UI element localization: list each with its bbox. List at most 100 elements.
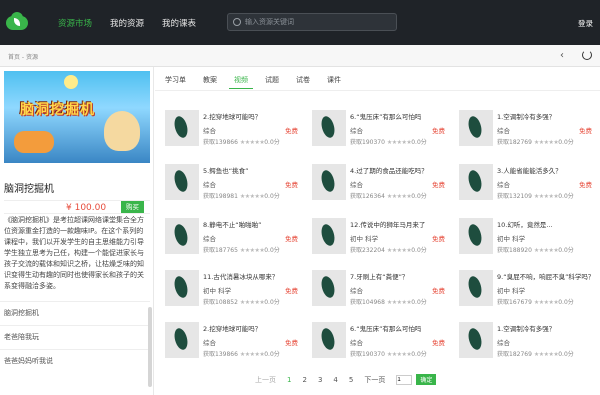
video-thumbnail[interactable] bbox=[459, 164, 493, 200]
video-thumbnail[interactable] bbox=[165, 218, 199, 254]
tab-lesson-plan[interactable]: 教案 bbox=[198, 72, 222, 89]
video-card[interactable]: 1.空调制冷有多强？ 综合 免费 获取182769 ★★★★★0.0分 bbox=[459, 110, 599, 156]
video-card[interactable]: 3.人能省能能活多久？ 综合 免费 获取132109 ★★★★★0.0分 bbox=[459, 164, 599, 210]
download-count: 获取132109 bbox=[497, 193, 532, 200]
video-title[interactable]: 4.过了期的食品还能吃吗？ bbox=[350, 165, 452, 175]
list-item[interactable]: 爸爸妈妈听我说 bbox=[0, 349, 150, 371]
page-1[interactable]: 1 bbox=[287, 376, 291, 384]
video-category: 综合 bbox=[350, 287, 363, 295]
video-thumbnail[interactable] bbox=[459, 218, 493, 254]
buy-button[interactable]: 购买 bbox=[121, 201, 144, 213]
video-card[interactable]: 9.“臭屁不响，响屁不臭”科学吗？ 初中 科学 获取167679 ★★★★★0.0分 bbox=[459, 270, 599, 316]
video-card[interactable]: 6.“鬼压床”有那么可怕吗 综合 免费 获取190370 ★★★★★0.0分 bbox=[312, 322, 452, 368]
tab-courseware[interactable]: 课件 bbox=[322, 72, 346, 89]
back-arrow-icon[interactable]: ‹ bbox=[560, 50, 564, 61]
video-card[interactable]: 8.静电不止“啪啪啪” 综合 免费 获取187765 ★★★★★0.0分 bbox=[165, 218, 305, 264]
tab-questions[interactable]: 试题 bbox=[260, 72, 284, 89]
next-page-button[interactable]: 下一页 bbox=[364, 375, 385, 385]
video-card[interactable]: 11.古代消暑冰块从哪来？ 初中 科学 免费 获取108852 ★★★★★0.0分 bbox=[165, 270, 305, 316]
video-thumbnail[interactable] bbox=[312, 110, 346, 146]
video-thumbnail[interactable] bbox=[165, 164, 199, 200]
rating-stars-icon: ★★★★★ bbox=[239, 351, 265, 358]
video-thumbnail[interactable] bbox=[312, 322, 346, 358]
nav-resource-market[interactable]: 资源市场 bbox=[58, 17, 92, 29]
rating-score: 0.0分 bbox=[411, 193, 427, 200]
list-item[interactable]: 脑洞挖掘机 bbox=[0, 301, 150, 323]
video-title[interactable]: 6.“鬼压床”有那么可怕吗 bbox=[350, 323, 452, 333]
video-title[interactable]: 10.幻听，竟然是... bbox=[497, 219, 599, 229]
nav-my-schedule[interactable]: 我的课表 bbox=[162, 17, 196, 29]
nav-my-resources[interactable]: 我的资源 bbox=[110, 17, 144, 29]
video-thumbnail[interactable] bbox=[165, 110, 199, 146]
rating-score: 0.0分 bbox=[411, 351, 427, 358]
video-title[interactable]: 8.静电不止“啪啪啪” bbox=[203, 219, 305, 229]
tab-exam[interactable]: 试卷 bbox=[291, 72, 315, 89]
free-badge: 免费 bbox=[285, 127, 298, 135]
video-title[interactable]: 5.鳄鱼也“挑食” bbox=[203, 165, 305, 175]
tab-video[interactable]: 视频 bbox=[229, 72, 253, 89]
free-badge: 免费 bbox=[579, 127, 592, 135]
video-thumbnail[interactable] bbox=[312, 270, 346, 306]
video-card[interactable]: 2.挖穿地球可能吗？ 综合 免费 获取139866 ★★★★★0.0分 bbox=[165, 110, 305, 156]
tab-study-sheet[interactable]: 学习单 bbox=[160, 72, 191, 89]
video-title[interactable]: 1.空调制冷有多强？ bbox=[497, 111, 599, 121]
video-card[interactable]: 5.鳄鱼也“挑食” 综合 免费 获取198981 ★★★★★0.0分 bbox=[165, 164, 305, 210]
video-title[interactable]: 1.空调制冷有多强？ bbox=[497, 323, 599, 333]
video-thumbnail[interactable] bbox=[459, 110, 493, 146]
video-thumbnail[interactable] bbox=[459, 322, 493, 358]
video-thumbnail[interactable] bbox=[312, 218, 346, 254]
video-meta: 获取182769 ★★★★★0.0分 bbox=[497, 137, 574, 146]
rating-score: 0.0分 bbox=[264, 351, 280, 358]
video-title[interactable]: 6.“鬼压床”有那么可怕吗 bbox=[350, 111, 452, 121]
video-meta: 获取132109 ★★★★★0.0分 bbox=[497, 191, 574, 200]
page-jump-input[interactable] bbox=[396, 374, 413, 385]
page-2[interactable]: 2 bbox=[302, 376, 306, 384]
free-badge: 免费 bbox=[285, 339, 298, 347]
rating-stars-icon: ★★★★★ bbox=[386, 139, 412, 146]
page-3[interactable]: 3 bbox=[318, 376, 322, 384]
rating-stars-icon: ★★★★★ bbox=[533, 247, 559, 254]
app-logo-icon[interactable] bbox=[6, 11, 28, 34]
video-thumbnail[interactable] bbox=[165, 270, 199, 306]
video-card[interactable]: 6.“鬼压床”有那么可怕吗 综合 免费 获取190370 ★★★★★0.0分 bbox=[312, 110, 452, 156]
page-4[interactable]: 4 bbox=[333, 376, 337, 384]
search-icon[interactable] bbox=[233, 18, 241, 26]
video-meta: 获取139866 ★★★★★0.0分 bbox=[203, 137, 280, 146]
search-input[interactable] bbox=[245, 18, 385, 26]
video-title[interactable]: 9.“臭屁不响，响屁不臭”科学吗？ bbox=[497, 271, 599, 281]
video-meta: 获取126364 ★★★★★0.0分 bbox=[350, 191, 427, 200]
video-title[interactable]: 7.牙刷上有“粪便”？ bbox=[350, 271, 452, 281]
left-scrollbar[interactable] bbox=[148, 307, 152, 387]
download-count: 获取182769 bbox=[497, 351, 532, 358]
video-title[interactable]: 2.挖穿地球可能吗？ bbox=[203, 323, 305, 333]
video-category: 综合 bbox=[203, 127, 216, 135]
video-card[interactable]: 4.过了期的食品还能吃吗？ 综合 免费 获取126364 ★★★★★0.0分 bbox=[312, 164, 452, 210]
page-go-button[interactable]: 确定 bbox=[416, 374, 437, 385]
video-card[interactable]: 7.牙刷上有“粪便”？ 综合 免费 获取104968 ★★★★★0.0分 bbox=[312, 270, 452, 316]
rating-stars-icon: ★★★★★ bbox=[239, 247, 265, 254]
video-category: 综合 bbox=[203, 181, 216, 189]
page-5[interactable]: 5 bbox=[349, 376, 353, 384]
download-count: 获取104968 bbox=[350, 299, 385, 306]
video-thumbnail[interactable] bbox=[312, 164, 346, 200]
video-title[interactable]: 12.传说中的狮年马月来了 bbox=[350, 219, 452, 229]
video-card[interactable]: 2.挖穿地球可能吗？ 综合 免费 获取139866 ★★★★★0.0分 bbox=[165, 322, 305, 368]
video-category: 综合 bbox=[497, 181, 510, 189]
rating-score: 0.0分 bbox=[558, 299, 574, 306]
download-count: 获取182769 bbox=[497, 139, 532, 146]
prev-page-button[interactable]: 上一页 bbox=[255, 375, 276, 385]
video-card[interactable]: 10.幻听，竟然是... 初中 科学 获取188920 ★★★★★0.0分 bbox=[459, 218, 599, 264]
refresh-icon[interactable] bbox=[582, 50, 592, 60]
video-card[interactable]: 1.空调制冷有多强？ 综合 获取182769 ★★★★★0.0分 bbox=[459, 322, 599, 368]
video-category: 综合 bbox=[497, 339, 510, 347]
rating-score: 0.0分 bbox=[264, 299, 280, 306]
rating-score: 0.0分 bbox=[264, 139, 280, 146]
video-thumbnail[interactable] bbox=[459, 270, 493, 306]
video-title[interactable]: 3.人能省能能活多久？ bbox=[497, 165, 599, 175]
video-card[interactable]: 12.传说中的狮年马月来了 初中 科学 免费 获取232204 ★★★★★0.0分 bbox=[312, 218, 452, 264]
video-thumbnail[interactable] bbox=[165, 322, 199, 358]
video-title[interactable]: 11.古代消暑冰块从哪来？ bbox=[203, 271, 305, 281]
list-item[interactable]: 老爸陪我玩 bbox=[0, 325, 150, 347]
login-link[interactable]: 登录 bbox=[578, 18, 593, 29]
video-title[interactable]: 2.挖穿地球可能吗？ bbox=[203, 111, 305, 121]
